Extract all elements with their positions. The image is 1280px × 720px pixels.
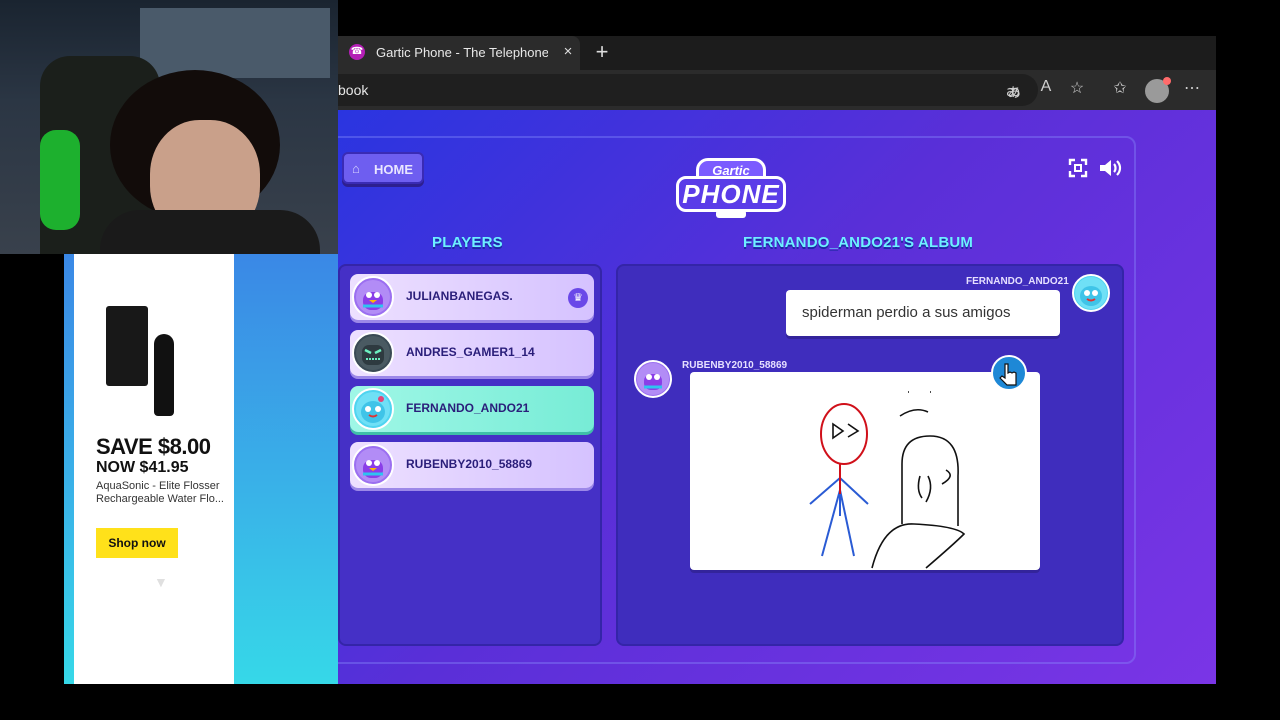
drawing-canvas: [690, 372, 1040, 570]
close-tab-icon[interactable]: ×: [560, 43, 576, 61]
more-menu-icon[interactable]: ⋯: [1180, 78, 1204, 98]
new-tab-icon[interactable]: +: [591, 40, 613, 64]
logo-foot: [716, 210, 746, 218]
player-name: FERNANDO_ANDO21: [406, 401, 530, 415]
player-name: RUBENBY2010_58869: [406, 457, 533, 471]
player-name: JULIANBANEGAS.: [406, 289, 513, 303]
chevron-down-icon: ▼: [154, 574, 168, 590]
shop-now-button[interactable]: Shop now: [96, 528, 178, 558]
avatar: [352, 276, 394, 318]
spiderman-drawing: [809, 391, 966, 569]
product-flosser: [154, 334, 174, 416]
ad-banner[interactable]: SAVE $8.00 NOW $41.95 AquaSonic - Elite …: [64, 254, 338, 684]
ad-save-text: SAVE $8.00: [96, 434, 211, 459]
cursor-hand-icon: [991, 355, 1027, 391]
product-box: [106, 306, 148, 386]
entry-text: spiderman perdio a sus amigos: [802, 304, 1011, 321]
album-title: FERNANDO_ANDO21'S ALBUM: [743, 234, 974, 251]
ad-card: SAVE $8.00 NOW $41.95 AquaSonic - Elite …: [74, 254, 234, 684]
home-label: HOME: [374, 162, 413, 177]
webcam-chair-trim: [40, 130, 80, 230]
player-item[interactable]: ANDRES_GAMER1_14: [350, 330, 594, 376]
player-item[interactable]: FERNANDO_ANDO21: [350, 386, 594, 432]
tab-gartic-phone[interactable]: ☎ Gartic Phone - The Telephone Ga ×: [338, 36, 580, 70]
players-panel: JULIANBANEGAS. ♛ ANDRES_GAMER1_14 FERNAN…: [338, 264, 602, 646]
logo-bottom-text: PHONE: [676, 176, 786, 212]
game-area: ⌂ HOME Gartic PHONE PLAYERS FERNANDO_AND…: [338, 110, 1216, 684]
webcam-shirt: [100, 210, 320, 254]
favorite-star-icon[interactable]: ☆: [1065, 78, 1089, 98]
avatar: [352, 388, 394, 430]
browser-window: ☎ Gartic Phone - The Telephone Ga × + bo…: [338, 36, 1216, 684]
entry-author: RUBENBY2010_58869: [682, 360, 788, 371]
tab-title: Gartic Phone - The Telephone Ga: [376, 45, 548, 60]
webcam-window: [140, 8, 330, 78]
home-button[interactable]: ⌂ HOME: [342, 152, 424, 184]
players-title: PLAYERS: [432, 234, 503, 251]
sound-icon[interactable]: [1098, 157, 1124, 179]
crown-icon: ♛: [568, 288, 588, 308]
profile-icon[interactable]: [1145, 77, 1171, 103]
avatar: [352, 332, 394, 374]
read-aloud-icon[interactable]: ぁ: [1002, 78, 1026, 102]
entry-author: FERNANDO_ANDO21: [966, 276, 1069, 287]
favorites-icon[interactable]: ✩: [1108, 78, 1132, 98]
webcam-overlay: [0, 0, 338, 254]
player-item[interactable]: RUBENBY2010_58869: [350, 442, 594, 488]
author-avatar: [1072, 274, 1110, 312]
ad-price-text: NOW $41.95: [96, 459, 189, 476]
gartic-phone-logo: Gartic PHONE: [676, 152, 786, 220]
home-icon: ⌂: [352, 161, 360, 176]
player-item[interactable]: JULIANBANEGAS. ♛: [350, 274, 594, 320]
tab-bar: ☎ Gartic Phone - The Telephone Ga × +: [338, 36, 1216, 70]
player-name: ANDRES_GAMER1_14: [406, 345, 535, 359]
text-format-icon[interactable]: A: [1034, 78, 1058, 96]
screen: ☎ Gartic Phone - The Telephone Ga × + bo…: [0, 0, 1280, 720]
url-text: book: [338, 82, 369, 98]
album-panel: FERNANDO_ANDO21 spiderman perdio a sus a…: [616, 264, 1124, 646]
avatar: [352, 444, 394, 486]
fullscreen-icon[interactable]: [1068, 158, 1088, 178]
telephone-icon: ☎: [349, 44, 365, 60]
text-entry-bubble: spiderman perdio a sus amigos: [786, 290, 1060, 336]
url-field[interactable]: book ꜵ: [338, 74, 1038, 106]
author-avatar: [634, 360, 672, 398]
ad-description: AquaSonic - Elite Flosser Rechargeable W…: [96, 480, 224, 505]
